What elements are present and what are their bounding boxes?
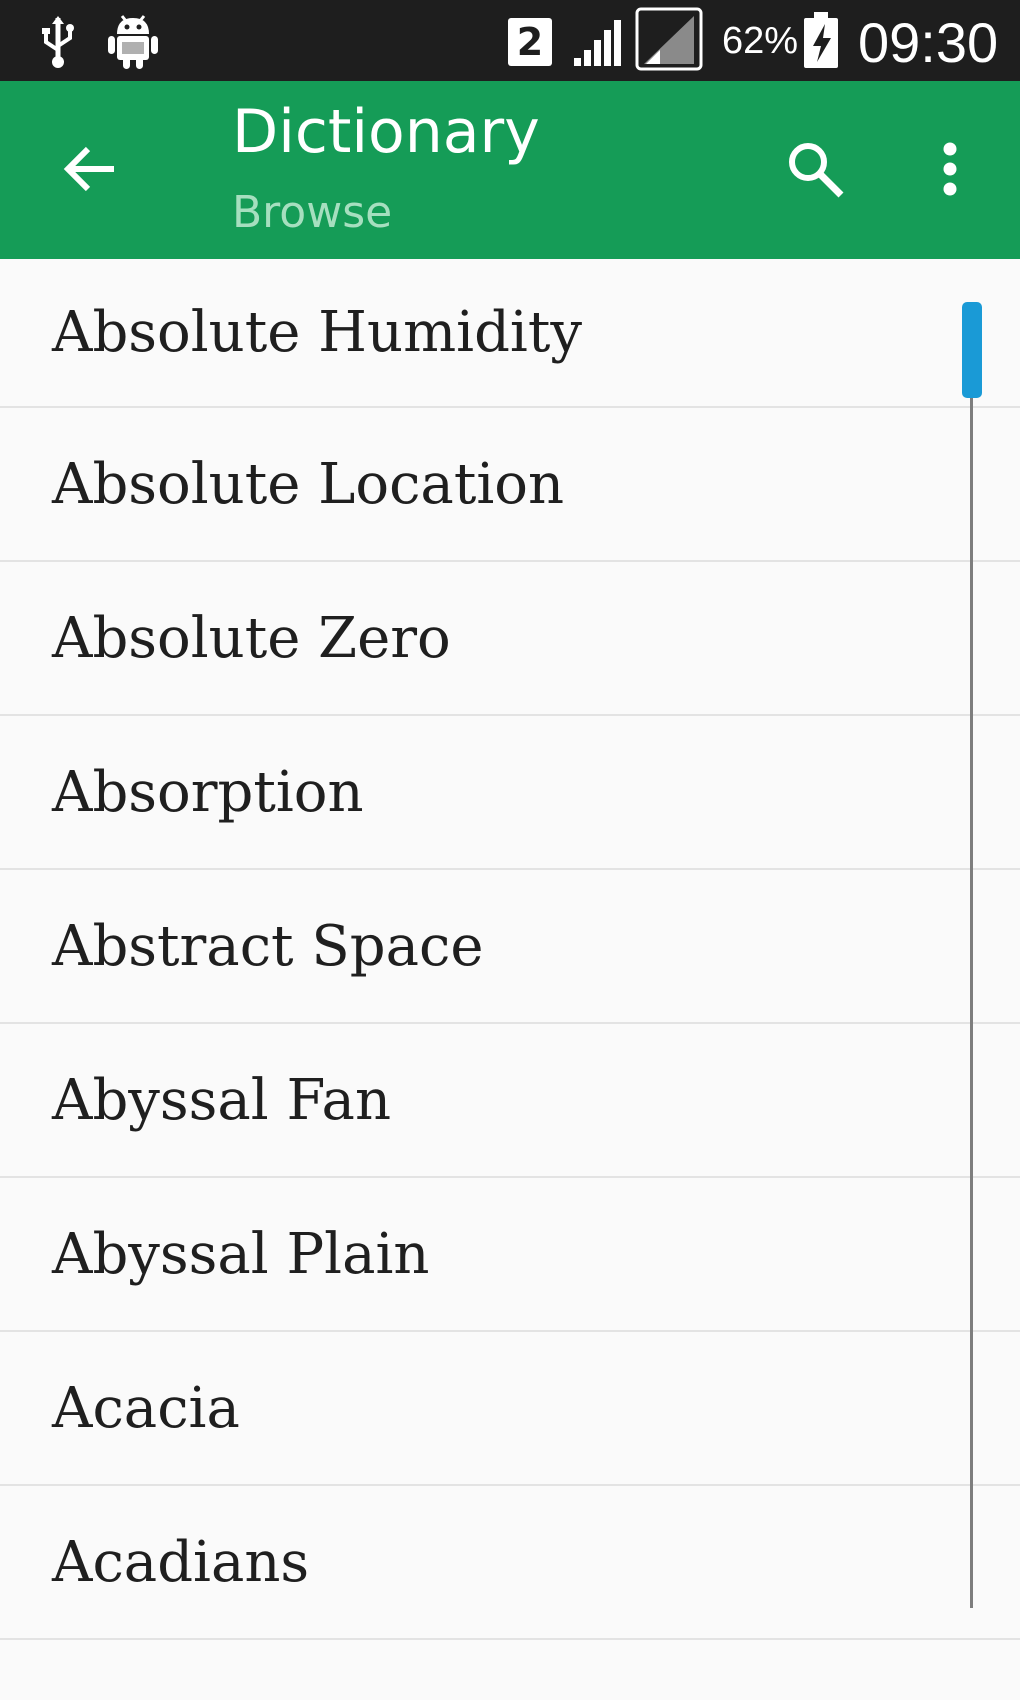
overflow-menu-button[interactable] — [910, 131, 990, 211]
sim-label: 2 — [516, 20, 544, 64]
list-item[interactable]: Abstract Space — [0, 870, 1020, 1024]
android-debug-icon — [106, 12, 160, 70]
list-item-label: Abyssal Plain — [52, 1221, 430, 1287]
signal-icon — [572, 16, 626, 68]
back-button[interactable] — [50, 131, 130, 211]
list-item[interactable]: Absorption — [0, 716, 1020, 870]
list-item[interactable]: Absolute Location — [0, 408, 1020, 562]
search-button[interactable] — [775, 131, 855, 211]
list-item[interactable]: Absolute Humidity — [0, 259, 1020, 408]
word-list: Absolute Humidity Absolute Location Abso… — [0, 259, 1020, 1640]
fast-scroll-track[interactable] — [970, 310, 973, 1608]
page-title: Dictionary — [232, 97, 540, 167]
list-item-label: Acadians — [52, 1529, 310, 1595]
list-item-label: Absolute Zero — [52, 605, 451, 671]
list-item-label: Acacia — [52, 1375, 240, 1441]
usb-icon — [36, 14, 80, 70]
battery-charging-icon — [803, 12, 839, 68]
sim-2-icon: 2 — [508, 18, 552, 66]
list-item[interactable]: Abyssal Plain — [0, 1178, 1020, 1332]
battery-percent: 62% — [722, 20, 799, 62]
list-item-label: Abstract Space — [52, 913, 484, 979]
list-item[interactable]: Acadians — [0, 1486, 1020, 1640]
list-item[interactable]: Abyssal Fan — [0, 1024, 1020, 1178]
back-arrow-icon — [62, 145, 118, 198]
overflow-menu-icon — [942, 141, 958, 202]
fast-scroll-thumb[interactable] — [962, 302, 982, 398]
status-bar: 2 62% 09:30 — [0, 0, 1020, 81]
search-icon — [785, 139, 845, 204]
list-item-label: Absolute Location — [52, 451, 565, 517]
list-item[interactable]: Absolute Zero — [0, 562, 1020, 716]
clock: 09:30 — [858, 11, 999, 74]
list-item-label: Absorption — [52, 759, 364, 825]
list-item-label: Absolute Humidity — [52, 300, 582, 365]
list-item-label: Abyssal Fan — [52, 1067, 392, 1133]
page-subtitle: Browse — [232, 187, 393, 238]
signal-empty-icon — [634, 6, 704, 72]
list-item[interactable]: Acacia — [0, 1332, 1020, 1486]
app-bar: Dictionary Browse — [0, 81, 1020, 259]
